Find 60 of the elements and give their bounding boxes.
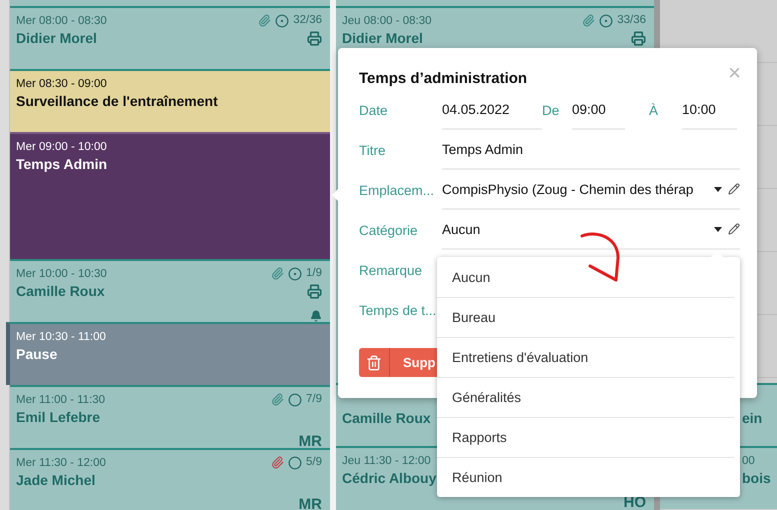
appointment-name: Surveillance de l'entraînement (16, 92, 218, 110)
appointment-name: Emil Lefebre (16, 408, 100, 426)
appointment-name: Cédric Albouy (342, 469, 436, 487)
therapist-initials: MR (298, 435, 322, 448)
appointment-name: bois (742, 469, 771, 487)
input-field[interactable]: Temps Admin (442, 130, 740, 170)
appointment-time: Jeu 08:00 - 08:30 (342, 14, 432, 29)
dropdown-option[interactable]: Entretiens d'évaluation (437, 337, 734, 377)
select-field[interactable]: CompisPhysio (Zoug - Chemin des thérap (442, 170, 740, 210)
appointment-time: Mer 11:00 - 11:30 (16, 393, 106, 408)
pencil-icon[interactable] (728, 223, 740, 235)
session-count: 32/36 (293, 13, 322, 28)
session-count: 7/9 (306, 392, 322, 407)
therapist-initials: HO (624, 496, 646, 509)
session-count: 33/36 (617, 13, 646, 28)
appointment-time: Mer 08:00 - 08:30 (16, 14, 107, 29)
appointment-time: Jeu 11:30 - 12:00 (342, 454, 431, 469)
field-label: Remarque (359, 262, 424, 278)
appointment-time: Mer 10:00 - 10:30 (16, 267, 107, 282)
trash-icon (366, 354, 382, 370)
dropdown-option[interactable]: Réunion (437, 457, 734, 497)
appointment-name: Camille Roux (16, 282, 105, 300)
appointment-name: Didier Morel (342, 29, 423, 47)
pencil-icon[interactable] (728, 183, 740, 195)
therapist-initials: MR (298, 498, 322, 510)
field-label: À (648, 102, 659, 118)
dropdown-option[interactable]: Bureau (437, 297, 734, 337)
appointment-name: Temps Admin (16, 155, 108, 173)
appointment-time: Mer 11:30 - 12:00 (16, 456, 106, 471)
appointment-time: 00 (742, 454, 755, 469)
field-label: Catégorie (359, 222, 419, 238)
appointment-time: Mer 10:30 - 11:00 (16, 330, 106, 345)
caret-icon (714, 226, 722, 232)
time-field[interactable]: 10:00 (682, 90, 737, 130)
appointment-card[interactable]: Mer 10:30 - 11:00 Pause (6, 322, 330, 385)
time-field[interactable]: 09:00 (572, 90, 625, 130)
appointment-card[interactable]: Mer 09:00 - 10:00 Temps Admin (10, 132, 330, 259)
dropdown-option[interactable]: Généralités (437, 377, 734, 417)
field-label: Date (359, 102, 389, 118)
field-label: Titre (359, 142, 386, 158)
appointment-card[interactable]: Mer 08:30 - 09:00 Surveillance de l'entraînement (10, 69, 330, 132)
appointment-name: Camille Roux (342, 409, 431, 427)
hand-drawn-arrow (580, 232, 620, 282)
session-count: 5/9 (306, 455, 322, 470)
appointment-name: Didier Morel (16, 29, 97, 47)
appointment-name: Pause (16, 345, 58, 363)
select-field[interactable]: Aucun (442, 210, 740, 250)
appointment-name: ein (742, 409, 762, 427)
dropdown-option[interactable]: Rapports (437, 417, 734, 457)
appointment-name: Jade Michel (16, 471, 96, 489)
field-label: De (542, 102, 560, 118)
appointment-time: Mer 09:00 - 10:00 (16, 140, 107, 155)
field-label: Emplacem... (359, 182, 436, 198)
field-label: Temps de t... (359, 302, 438, 318)
appointment-time: Mer 08:30 - 09:00 (16, 77, 107, 92)
dropdown-option[interactable]: Aucun (437, 257, 734, 297)
date-field[interactable]: 04.05.2022 (442, 90, 542, 130)
caret-icon (714, 186, 722, 192)
popover-title: Temps d’administration (359, 69, 528, 89)
session-count: 1/9 (306, 266, 322, 281)
